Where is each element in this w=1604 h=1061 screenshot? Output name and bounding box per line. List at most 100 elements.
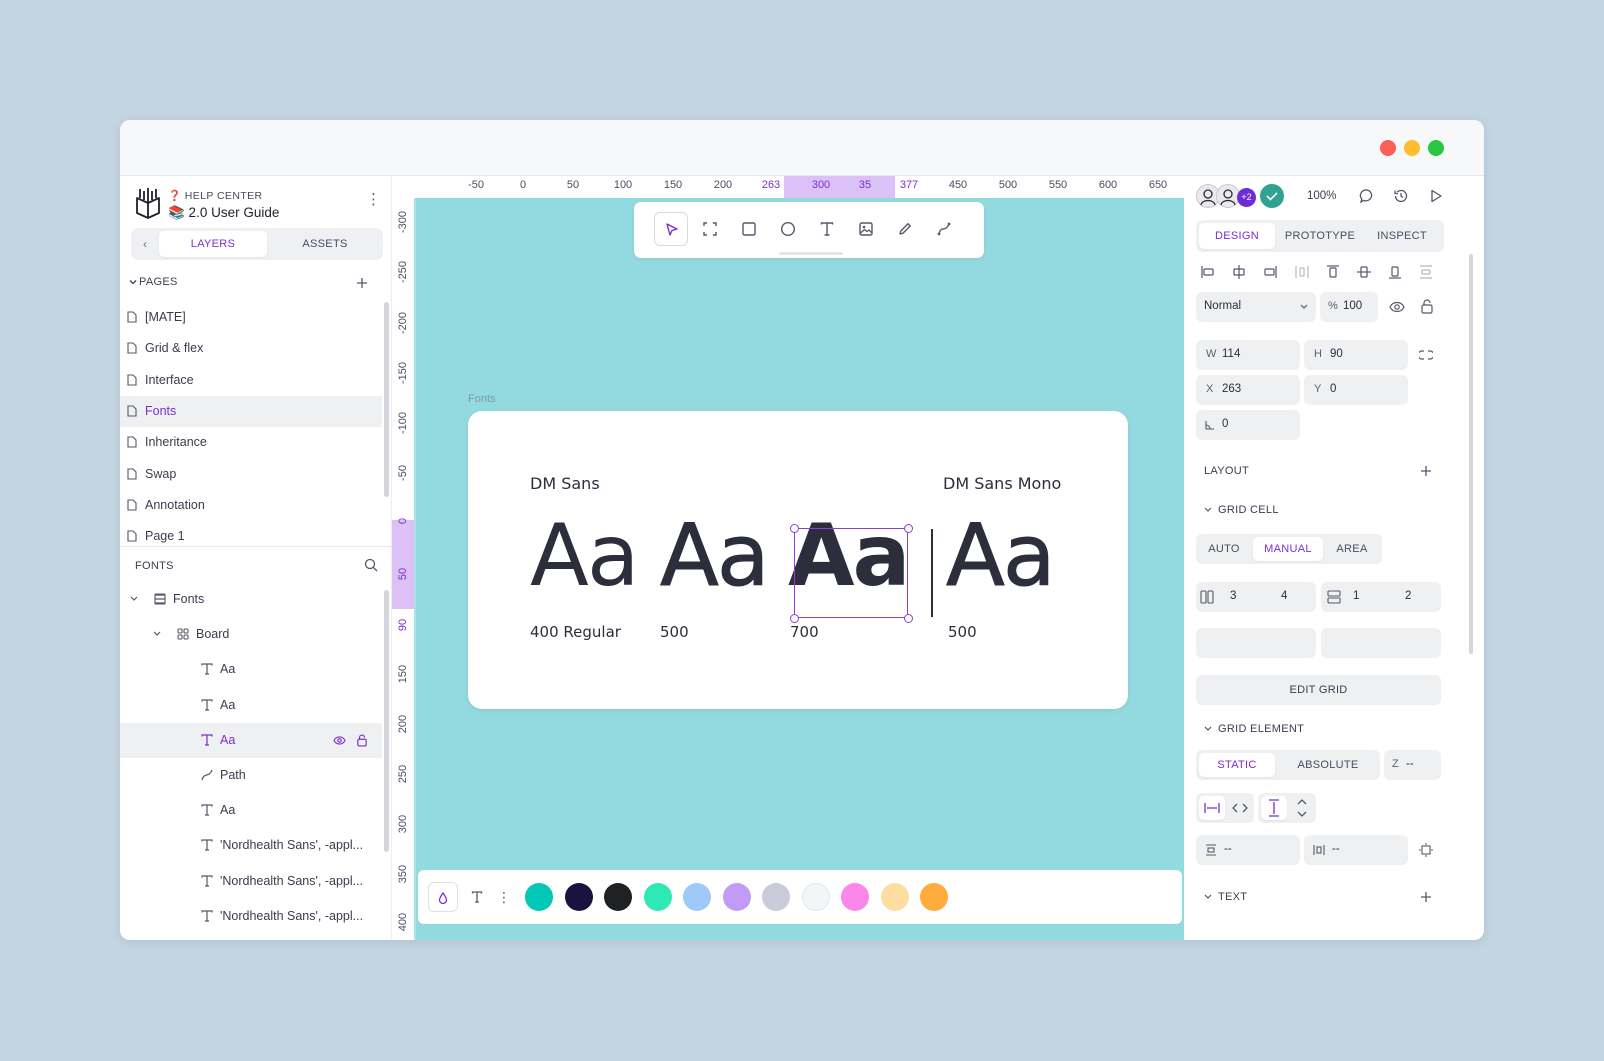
width-field[interactable]: W 114 bbox=[1196, 340, 1300, 370]
y-position-field[interactable]: Y 0 bbox=[1304, 375, 1408, 405]
fit-height-button[interactable] bbox=[1289, 796, 1315, 820]
layer-item[interactable]: Board bbox=[120, 617, 382, 652]
maximize-window-button[interactable] bbox=[1428, 140, 1444, 156]
path-tool-button[interactable] bbox=[927, 212, 961, 246]
layer-visibility-eye-icon[interactable] bbox=[333, 735, 346, 746]
layer-item[interactable]: Aa bbox=[120, 652, 382, 687]
collapse-grid-cell-icon[interactable] bbox=[1204, 507, 1212, 513]
edit-grid-button[interactable]: EDIT GRID bbox=[1196, 675, 1441, 705]
tab-prototype[interactable]: PROTOTYPE bbox=[1279, 223, 1361, 249]
align-h-center-icon[interactable] bbox=[1231, 264, 1247, 280]
z-index-field[interactable]: Z -- bbox=[1384, 750, 1441, 780]
row-span-field[interactable]: 1 2 bbox=[1321, 582, 1441, 612]
resize-handle-top-right[interactable] bbox=[904, 524, 913, 533]
comments-icon[interactable] bbox=[1359, 188, 1375, 204]
lock-icon[interactable] bbox=[1421, 299, 1433, 314]
cell-mode-auto[interactable]: AUTO bbox=[1199, 537, 1249, 561]
color-swatch[interactable] bbox=[880, 883, 909, 911]
resize-handle-bottom-right[interactable] bbox=[904, 614, 913, 623]
page-item[interactable]: Fonts bbox=[120, 395, 382, 427]
tab-inspect[interactable]: INSPECT bbox=[1363, 223, 1441, 249]
page-item[interactable]: Inheritance bbox=[120, 427, 382, 458]
collapse-text-icon[interactable] bbox=[1204, 894, 1212, 900]
layer-item[interactable]: 'Nordhealth Sans', -appl... bbox=[120, 828, 382, 863]
margin-toggle-icon[interactable] bbox=[1419, 843, 1433, 857]
color-swatch[interactable] bbox=[604, 883, 632, 911]
color-swatch[interactable] bbox=[683, 883, 711, 911]
opacity-field[interactable]: % 100 bbox=[1320, 292, 1378, 322]
sample-aa-regular[interactable]: Aa bbox=[530, 513, 640, 599]
back-arrow-icon[interactable]: ‹ bbox=[131, 228, 159, 260]
color-swatch[interactable] bbox=[525, 883, 553, 911]
height-field[interactable]: H 90 bbox=[1304, 340, 1408, 370]
text-caret-path[interactable] bbox=[931, 529, 933, 617]
color-palette-toggle[interactable] bbox=[428, 882, 458, 912]
page-item[interactable]: Page 1 bbox=[120, 521, 382, 552]
search-layers-icon[interactable] bbox=[364, 558, 378, 572]
position-absolute[interactable]: ABSOLUTE bbox=[1280, 753, 1376, 777]
move-tool-button[interactable] bbox=[654, 212, 688, 246]
zoom-level[interactable]: 100% bbox=[1307, 190, 1336, 202]
color-swatch[interactable] bbox=[920, 883, 948, 911]
align-left-icon[interactable] bbox=[1200, 264, 1216, 280]
close-window-button[interactable] bbox=[1380, 140, 1396, 156]
layer-lock-icon[interactable] bbox=[357, 734, 367, 747]
fill-height-button[interactable] bbox=[1261, 796, 1287, 820]
project-menu-icon[interactable]: ⋮ bbox=[366, 192, 381, 207]
position-static[interactable]: STATIC bbox=[1199, 753, 1275, 777]
design-panel-scrollbar[interactable] bbox=[1469, 254, 1473, 654]
layer-item[interactable]: 'Nordhealth Sans', -appl... bbox=[120, 899, 382, 934]
column-start[interactable]: 3 bbox=[1230, 590, 1236, 602]
tab-layers[interactable]: LAYERS bbox=[159, 231, 267, 257]
expand-chevron-icon[interactable] bbox=[153, 631, 161, 637]
align-top-icon[interactable] bbox=[1325, 264, 1341, 280]
add-page-icon[interactable] bbox=[356, 277, 368, 289]
resize-handle-top-left[interactable] bbox=[790, 524, 799, 533]
distribute-v-icon[interactable] bbox=[1418, 264, 1434, 280]
resize-handle-bottom-left[interactable] bbox=[790, 614, 799, 623]
layer-item[interactable]: Path bbox=[120, 758, 382, 793]
layer-item[interactable]: Aa bbox=[120, 688, 382, 723]
align-bottom-icon[interactable] bbox=[1387, 264, 1403, 280]
color-swatch[interactable] bbox=[801, 883, 830, 911]
sample-aa-mono[interactable]: Aa bbox=[946, 513, 1057, 600]
cell-mode-manual[interactable]: MANUAL bbox=[1253, 537, 1323, 561]
image-tool-button[interactable] bbox=[849, 212, 883, 246]
page-item[interactable]: Swap bbox=[120, 459, 382, 490]
page-item[interactable]: Annotation bbox=[120, 490, 382, 521]
sample-aa-medium[interactable]: Aa bbox=[660, 513, 771, 600]
selection-box[interactable] bbox=[794, 528, 908, 618]
blend-mode-select[interactable]: Normal bbox=[1196, 292, 1316, 322]
align-v-center-icon[interactable] bbox=[1356, 264, 1372, 280]
proportion-lock-icon[interactable] bbox=[1419, 349, 1433, 361]
layer-item[interactable]: Fonts bbox=[120, 582, 382, 617]
layer-item[interactable]: Aa bbox=[120, 793, 382, 828]
text-tool-button[interactable] bbox=[810, 212, 844, 246]
color-swatch[interactable] bbox=[643, 883, 672, 911]
color-swatch[interactable] bbox=[564, 883, 593, 911]
x-position-field[interactable]: X 263 bbox=[1196, 375, 1300, 405]
distribute-h-icon[interactable] bbox=[1294, 264, 1310, 280]
minimize-window-button[interactable] bbox=[1404, 140, 1420, 156]
design-canvas[interactable]: Fonts DM Sans DM Sans Mono Aa Aa Aa Aa 4… bbox=[414, 198, 1184, 940]
pencil-tool-button[interactable] bbox=[888, 212, 922, 246]
horizontal-margin-field[interactable]: -- bbox=[1304, 835, 1408, 865]
expand-chevron-icon[interactable] bbox=[130, 596, 138, 602]
toolbar-drag-handle[interactable] bbox=[779, 252, 843, 255]
tab-assets[interactable]: ASSETS bbox=[271, 231, 379, 257]
ellipse-tool-button[interactable] bbox=[771, 212, 805, 246]
add-text-icon[interactable] bbox=[1420, 891, 1432, 903]
row-start[interactable]: 1 bbox=[1353, 590, 1359, 602]
vertical-margin-field[interactable]: -- bbox=[1196, 835, 1300, 865]
page-item[interactable]: Grid & flex bbox=[120, 333, 382, 364]
pages-scrollbar[interactable] bbox=[384, 302, 389, 497]
color-swatch[interactable] bbox=[722, 883, 751, 911]
frame-label[interactable]: Fonts bbox=[468, 393, 496, 405]
row-end[interactable]: 2 bbox=[1405, 590, 1411, 602]
align-right-icon[interactable] bbox=[1262, 264, 1278, 280]
collapse-pages-chevron-icon[interactable] bbox=[129, 278, 137, 286]
layers-scrollbar[interactable] bbox=[384, 590, 389, 852]
play-prototype-icon[interactable] bbox=[1428, 188, 1444, 204]
fill-width-button[interactable] bbox=[1199, 796, 1225, 820]
visibility-eye-icon[interactable] bbox=[1389, 300, 1405, 314]
